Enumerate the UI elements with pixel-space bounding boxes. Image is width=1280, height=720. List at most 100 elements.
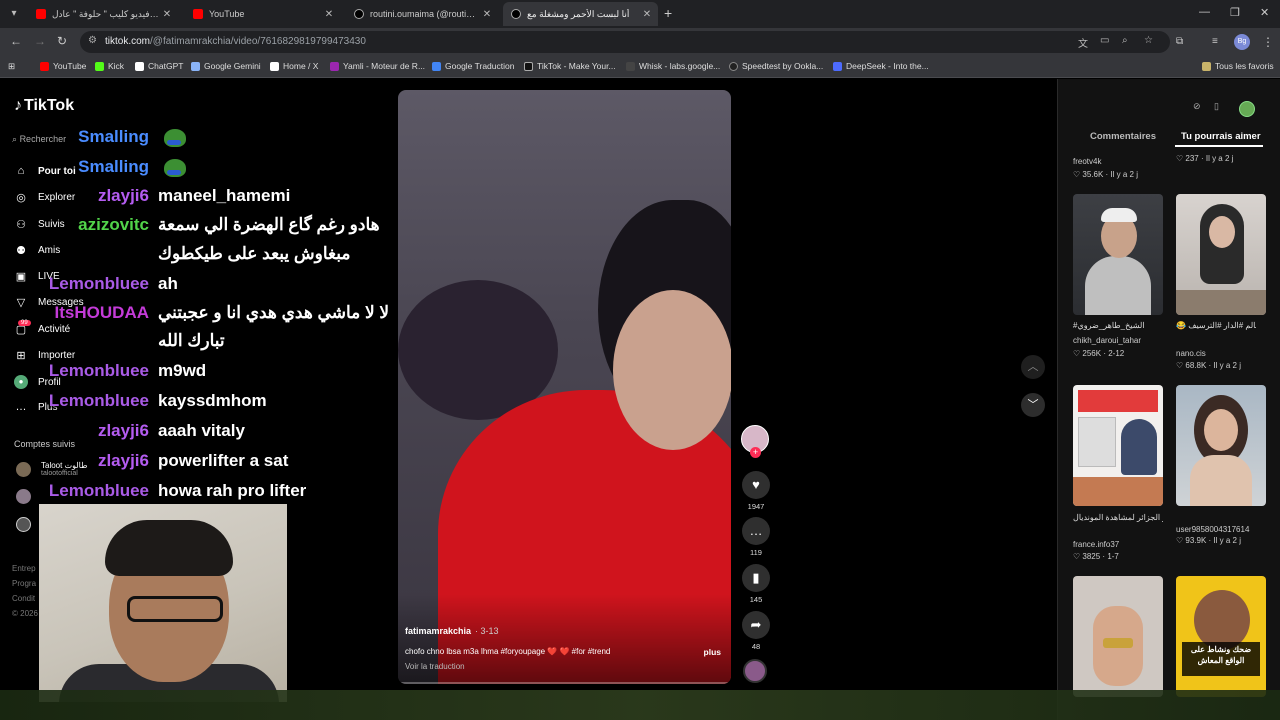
bookmark-icon[interactable]: ▮ [742,564,770,592]
close-window-icon[interactable]: ✕ [1260,6,1269,19]
share-icon[interactable]: ➦ [742,611,770,639]
author-name: fatimamrakchia [405,626,472,636]
kebab-menu-icon[interactable]: ⋮ [1262,35,1274,49]
chat-text: aaah vitaly [158,421,245,440]
extensions-icon[interactable]: ⧉ [1176,36,1183,47]
bookmark-deepseek[interactable]: DeepSeek - Into the... [833,61,929,71]
heart-icon: ♡ [1073,170,1083,179]
close-icon[interactable]: ✕ [322,9,336,20]
minimize-icon[interactable]: — [1199,6,1210,18]
bookmark-star-icon[interactable]: ☆ [1144,35,1153,46]
tab-comments[interactable]: Commentaires [1090,131,1156,142]
zoom-icon[interactable]: ⌕ [1122,35,1128,46]
bookmark-yamli[interactable]: Yamli - Moteur de R... [330,61,425,71]
translate-icon[interactable]: 文 [1078,35,1088,50]
footer-link[interactable]: Entrep [12,561,38,576]
all-bookmarks[interactable]: Tous les favoris [1202,61,1274,71]
bookmark-youtube[interactable]: YouTube [40,61,86,71]
bookmark-x[interactable]: Home / X [270,61,318,71]
footer-link[interactable]: Progra [12,576,38,591]
chat-message: Lemonbluee howa rah pro lifter [0,481,400,503]
chat-text: مبغاوش يبعد على طيكطوك [158,244,351,263]
user-avatar[interactable] [1239,101,1255,117]
video-thumbnail[interactable] [1073,194,1163,315]
tab-1[interactable]: حصري..فيديو كليب " حلوفة " عادل ✕ [28,2,178,26]
video-author[interactable]: france.info37 [1073,540,1119,549]
video-progress-bar[interactable] [398,682,731,684]
video-title[interactable]: 😂 نسيب تحدي بالعالم #الدار #الترسيف [1176,321,1256,330]
bookmark-google-translate[interactable]: Google Traduction [432,61,514,71]
close-icon[interactable]: ✕ [480,9,494,20]
webcam-glasses [127,596,223,622]
save-action[interactable]: ▮ 145 [741,564,771,604]
youtube-favicon-icon [36,9,46,19]
site-info-icon[interactable]: ⚙ [88,35,97,46]
share-action[interactable]: ➦ 48 [741,611,771,651]
active-tab-indicator [1175,145,1263,147]
apps-icon[interactable]: ⊞ [8,61,15,72]
video-thumbnail[interactable] [1073,385,1163,506]
tab-search-icon[interactable]: ▾ [6,6,22,22]
video-player[interactable]: fatimamrakchia · 3-13 chofo chno lbsa m3a… [398,90,731,684]
close-icon[interactable]: ✕ [640,9,654,20]
bookmark-chatgpt[interactable]: ChatGPT [135,61,183,71]
address-bar[interactable]: ⚙ tiktok.com/@fatimamrakchia/video/76168… [80,31,1170,53]
next-video-chevron-down-icon[interactable]: ﹀ [1021,393,1045,417]
previous-video-chevron-up-icon[interactable]: ︿ [1021,355,1045,379]
media-icon[interactable]: ≡ [1212,36,1218,47]
video-title[interactable]: الترامب يمنع دخول جماهير الجزائر لمشاهدة… [1073,513,1163,522]
profile-avatar[interactable]: Bg [1234,34,1250,50]
video-thumbnail[interactable] [1176,385,1266,506]
bookmark-whisk[interactable]: Whisk - labs.google... [626,61,720,71]
video-author[interactable]: freotv4k [1073,157,1101,166]
video-author[interactable]: nano.cis [1176,349,1206,358]
more-button[interactable]: plus [704,647,721,657]
video-title[interactable]: #الشيخ_طاهر_ضروي [1073,321,1145,330]
forward-icon[interactable]: → [34,34,46,48]
like-action[interactable]: ♥ 1947 [741,471,771,511]
restore-icon[interactable]: ❐ [1230,6,1240,19]
video-author[interactable]: chikh_daroui_tahar [1073,336,1141,345]
bookmark-gemini[interactable]: Google Gemini [191,61,261,71]
url-text[interactable]: tiktok.com/@fatimamrakchia/video/7616829… [105,36,366,47]
bookmark-label: Yamli - Moteur de R... [343,61,426,71]
video-thumbnail[interactable] [1176,194,1266,315]
thumbnail-caption: ضحك ونشاط على الواقع المعاش [1182,642,1260,676]
tab-3[interactable]: routini.oumaima (@routini.oum ✕ [346,2,498,26]
tiktok-logo[interactable]: ♪ TikTok [14,97,74,115]
video-thumbnail[interactable]: ضحك ونشاط على الواقع المعاش [1176,576,1266,697]
video-thumbnail[interactable] [1073,576,1163,697]
bookmark-kick[interactable]: Kick [95,61,124,71]
cast-icon[interactable]: ▭ [1100,35,1109,46]
heart-icon[interactable]: ♥ [742,471,770,499]
see-translation-link[interactable]: Voir la traduction [405,662,465,671]
new-tab-icon[interactable]: + [664,5,672,21]
video-author[interactable]: user9858004317614 [1176,525,1249,534]
chat-message: azizovitc هادو رغم گاع الهضرة الي سمعة [0,215,400,237]
x-icon [270,61,279,71]
footer-link[interactable]: Condit [12,591,38,606]
video-author[interactable]: fatimamrakchia · 3-13 [405,626,499,636]
bookmark-speedtest[interactable]: Speedtest by Ookla... [729,61,823,71]
tab-4-active[interactable]: أنا لبست الأحمر ومشغلة مع ✕ [503,2,658,26]
music-disc-icon[interactable] [743,659,767,683]
comment-action[interactable]: … 119 [741,517,771,557]
heart-icon: ♡ [1176,536,1186,545]
followed-account-3-avatar[interactable] [16,517,41,532]
video-stats: ♡ 256K · 2-12 [1073,349,1124,358]
reload-icon[interactable]: ↻ [57,34,67,48]
close-icon[interactable]: ✕ [160,9,174,20]
follow-plus-icon[interactable]: + [750,447,761,458]
chat-message: Smalling [0,127,400,149]
folder-icon [1202,61,1211,71]
bookmark-label: TikTok - Make Your... [537,61,616,71]
bookmark-tiktok[interactable]: TikTok - Make Your... [524,61,616,71]
phone-icon[interactable]: ▯ [1214,101,1219,112]
back-icon[interactable]: ← [10,34,22,48]
tab-2[interactable]: YouTube ✕ [185,2,340,26]
comment-icon[interactable]: … [742,517,770,545]
tab-you-may-like[interactable]: Tu pourrais aimer [1181,131,1261,142]
chat-emote [158,157,186,177]
chat-username: zlayji6 [97,186,149,205]
collapse-icon[interactable]: ⊘ [1193,101,1201,112]
